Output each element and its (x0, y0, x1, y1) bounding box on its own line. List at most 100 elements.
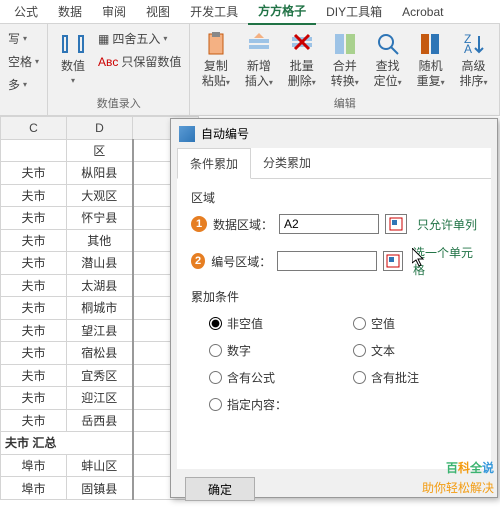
section-condition: 累加条件 (191, 288, 477, 305)
tab-category[interactable]: 分类累加 (251, 148, 323, 178)
grid-icon: ▦ (98, 32, 109, 46)
cell[interactable]: 望江县 (67, 319, 133, 342)
cell[interactable]: 桐城市 (67, 297, 133, 320)
radio-empty[interactable]: 空值 (353, 315, 477, 332)
group-label-numeric: 数值录入 (97, 95, 141, 111)
sort-icon: ZA (460, 30, 488, 58)
write-button[interactable]: 写▾ (6, 28, 41, 49)
badge-2: 2 (191, 253, 205, 269)
range-picker-2[interactable] (383, 251, 403, 271)
delete-icon (288, 30, 316, 58)
cell[interactable]: 其他 (67, 229, 133, 252)
copy-paste-button[interactable]: 复制粘贴▾ (196, 28, 235, 91)
batch-delete-button[interactable]: 批量删除▾ (282, 28, 321, 91)
cell[interactable]: 夫市 (1, 162, 67, 185)
dialog-title-bar[interactable]: 自动编号 (171, 119, 497, 148)
label-number-range: 编号区域： (211, 253, 271, 270)
cell[interactable]: 夫市 (1, 297, 67, 320)
tab-conditional[interactable]: 条件累加 (177, 148, 251, 179)
search-icon (374, 30, 402, 58)
tab-view[interactable]: 视图 (136, 0, 180, 24)
cell[interactable]: 夫市 (1, 409, 67, 432)
radio-comment[interactable]: 含有批注 (353, 369, 477, 386)
hint-1: 只允许单列 (417, 216, 477, 233)
cell[interactable]: 蚌山区 (67, 454, 133, 477)
cell[interactable]: 怀宁县 (67, 207, 133, 230)
range-picker-1[interactable] (385, 214, 407, 234)
tab-diy[interactable]: DIY工具箱 (316, 0, 392, 24)
radio-number[interactable]: 数字 (209, 342, 333, 359)
label-data-range: 数据区域： (213, 216, 273, 233)
cell[interactable]: 夫市 (1, 252, 67, 275)
cell[interactable]: 夫市 (1, 319, 67, 342)
cell[interactable]: 固镇县 (67, 477, 133, 500)
cell[interactable]: 区 (67, 139, 133, 162)
cell[interactable]: 太湖县 (67, 274, 133, 297)
tab-ffgezi[interactable]: 方方格子 (248, 0, 316, 25)
col-header-c[interactable]: C (1, 117, 67, 140)
dialog-icon (179, 126, 195, 142)
cell[interactable]: 夫市 (1, 184, 67, 207)
bracket-icon (59, 30, 87, 58)
cell[interactable]: 夫市 (1, 229, 67, 252)
find-button[interactable]: 查找定位▾ (368, 28, 407, 91)
number-range-input[interactable] (277, 251, 377, 271)
space-button[interactable]: 空格▾ (6, 51, 41, 72)
dialog-title: 自动编号 (201, 125, 249, 142)
tab-formulas[interactable]: 公式 (4, 0, 48, 24)
random-icon (417, 30, 445, 58)
dialog-tabs: 条件累加 分类累加 (177, 148, 491, 179)
cell[interactable]: 夫市 (1, 364, 67, 387)
keep-numeric-button[interactable]: Aʙc只保留数值 (96, 51, 183, 72)
insert-icon (245, 30, 273, 58)
round-button[interactable]: ▦四舍五入▾ (96, 28, 183, 49)
ribbon: 写▾ 空格▾ 多▾ 数值▾ ▦四舍五入▾ Aʙc只保留数值 数值录入 复制粘贴▾… (0, 24, 500, 116)
group-label-edit: 编辑 (334, 95, 356, 111)
insert-button[interactable]: 新增插入▾ (239, 28, 278, 91)
svg-text:A: A (464, 42, 472, 56)
cell-summary[interactable]: 夫市 汇总 (1, 432, 133, 455)
sort-button[interactable]: ZA高级排序▾ (454, 28, 493, 91)
radio-specific[interactable]: 指定内容： (209, 396, 333, 413)
cell[interactable]: 宜秀区 (67, 364, 133, 387)
badge-1: 1 (191, 216, 207, 232)
radio-formula[interactable]: 含有公式 (209, 369, 333, 386)
cell[interactable]: 岳西县 (67, 409, 133, 432)
dialog-body: 区域 1 数据区域： 只允许单列 2 编号区域： 选一个单元格 累加条件 非空值… (177, 179, 491, 469)
cell[interactable]: 潜山县 (67, 252, 133, 275)
cell[interactable]: 夫市 (1, 274, 67, 297)
cell[interactable]: 夫市 (1, 342, 67, 365)
data-range-input[interactable] (279, 214, 379, 234)
ribbon-group-numeric: 数值▾ ▦四舍五入▾ Aʙc只保留数值 数值录入 (48, 24, 190, 115)
cell[interactable]: 大观区 (67, 184, 133, 207)
ok-button[interactable]: 确定 (185, 477, 255, 501)
cell[interactable]: 迎江区 (67, 387, 133, 410)
random-button[interactable]: 随机重复▾ (411, 28, 450, 91)
ribbon-group-1: 写▾ 空格▾ 多▾ (0, 24, 48, 115)
radio-text[interactable]: 文本 (353, 342, 477, 359)
radio-nonempty[interactable]: 非空值 (209, 315, 333, 332)
cell[interactable]: 埠市 (1, 454, 67, 477)
tab-acrobat[interactable]: Acrobat (392, 1, 453, 23)
clipboard-icon (202, 30, 230, 58)
cell[interactable]: 埠市 (1, 477, 67, 500)
tab-review[interactable]: 审阅 (92, 0, 136, 24)
section-range: 区域 (191, 189, 477, 206)
dialog-footer: 确定 (171, 469, 497, 509)
cell[interactable]: 夫市 (1, 387, 67, 410)
more-button[interactable]: 多▾ (6, 74, 41, 95)
auto-number-dialog: 自动编号 条件累加 分类累加 区域 1 数据区域： 只允许单列 2 编号区域： … (170, 118, 498, 498)
col-header-d[interactable]: D (67, 117, 133, 140)
numeric-button[interactable]: 数值▾ (54, 28, 92, 89)
abc-icon: Aʙc (98, 55, 118, 69)
cell[interactable]: 宿松县 (67, 342, 133, 365)
merge-icon (331, 30, 359, 58)
merge-button[interactable]: 合并转换▾ (325, 28, 364, 91)
cell[interactable]: 夫市 (1, 207, 67, 230)
tab-developer[interactable]: 开发工具 (180, 0, 248, 24)
tab-data[interactable]: 数据 (48, 0, 92, 24)
ribbon-group-edit: 复制粘贴▾ 新增插入▾ 批量删除▾ 合并转换▾ 查找定位▾ 随机重复▾ ZA高级… (190, 24, 500, 115)
ribbon-tabs: 公式 数据 审阅 视图 开发工具 方方格子 DIY工具箱 Acrobat (0, 0, 500, 24)
hint-2: 选一个单元格 (413, 244, 477, 278)
cell[interactable]: 枞阳县 (67, 162, 133, 185)
